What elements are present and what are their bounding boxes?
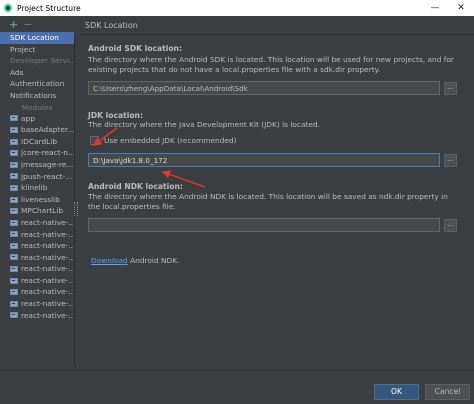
sidebar: + − SDK Location Project Developer Servi… [0, 16, 80, 370]
module-item[interactable]: MPChartLib [0, 205, 74, 217]
module-item[interactable]: jpush-react-... [0, 171, 74, 183]
module-folder-icon [10, 231, 18, 238]
panel-title: SDK Location [85, 21, 138, 30]
module-label: jcore-react-n... [21, 148, 74, 158]
add-module-button[interactable]: + [9, 18, 18, 31]
window-titlebar: Project Structure — ✕ [0, 0, 474, 16]
module-label: react-native-... [21, 310, 74, 320]
embedded-jdk-checkbox[interactable] [90, 136, 99, 145]
panel-divider [80, 34, 474, 35]
module-item[interactable]: react-native-... [0, 240, 74, 252]
module-label: klinelib [21, 183, 48, 193]
download-ndk-link[interactable]: Download [91, 256, 128, 265]
module-list: app baseAdapter... IDCardLib jcore-react-n.… [0, 113, 80, 322]
sidebar-item-notifications[interactable]: Notifications [0, 90, 74, 102]
module-label: react-native-... [21, 241, 74, 251]
module-label: MPChartLib [21, 206, 64, 216]
module-item[interactable]: react-native-... [0, 229, 74, 241]
sidebar-toolbar: + − [0, 16, 80, 32]
sidebar-modules-header: Modules [21, 102, 53, 112]
minimize-button[interactable]: — [422, 0, 448, 16]
module-folder-icon [10, 126, 18, 133]
module-item[interactable]: react-native-... [0, 310, 74, 322]
module-label: react-native-... [21, 287, 74, 297]
module-folder-icon [10, 173, 18, 180]
sidebar-item-ads[interactable]: Ads [0, 67, 74, 79]
remove-module-button[interactable]: − [23, 18, 32, 31]
download-ndk-suffix: Android NDK. [127, 256, 180, 265]
android-sdk-label: Android SDK location: [88, 44, 183, 53]
module-folder-icon [10, 150, 18, 157]
module-label: livenesslib [21, 194, 60, 204]
module-item[interactable]: react-native-... [0, 275, 74, 287]
module-folder-icon [10, 289, 18, 296]
module-label: react-native-... [21, 229, 74, 239]
module-folder-icon [10, 208, 18, 215]
module-item[interactable]: jcore-react-n... [0, 147, 74, 159]
module-folder-icon [10, 277, 18, 284]
sdk-location-panel: SDK Location Android SDK location: The d… [80, 16, 474, 370]
module-folder-icon [10, 254, 18, 261]
download-ndk-row: Download Android NDK. [91, 256, 179, 265]
android-ndk-path-input[interactable] [88, 218, 440, 232]
window-title: Project Structure [17, 3, 81, 13]
module-folder-icon [10, 219, 18, 226]
module-folder-icon [10, 266, 18, 273]
sidebar-splitter-handle[interactable] [74, 202, 78, 216]
sidebar-section-developer-services: Developer Servi... [10, 56, 74, 66]
module-item[interactable]: livenesslib [0, 194, 74, 206]
module-label: baseAdapter... [21, 125, 74, 135]
module-item[interactable]: react-native-... [0, 298, 74, 310]
module-label: IDCardLib [21, 136, 58, 146]
module-folder-icon [10, 242, 18, 249]
android-ndk-label: Android NDK location: [88, 182, 183, 191]
module-folder-icon [10, 312, 18, 319]
module-item[interactable]: jmessage-re... [0, 159, 74, 171]
module-label: react-native-... [21, 264, 74, 274]
jdk-description: The directory where the Java Development… [88, 120, 320, 129]
module-folder-icon [10, 115, 18, 122]
android-ndk-browse-button[interactable]: ... [444, 219, 457, 232]
module-label: react-native-... [21, 252, 74, 262]
module-item[interactable]: klinelib [0, 182, 74, 194]
ok-button[interactable]: OK [374, 384, 419, 400]
close-button[interactable]: ✕ [448, 0, 474, 16]
dialog-footer: OK Cancel [0, 370, 474, 404]
module-item[interactable]: app [0, 113, 74, 125]
jdk-label: JDK location: [88, 111, 143, 120]
module-label: jmessage-re... [21, 159, 74, 169]
module-label: react-native-... [21, 299, 74, 309]
sidebar-item-authentication[interactable]: Authentication [0, 78, 74, 90]
android-sdk-path-input[interactable] [88, 81, 440, 95]
module-label: react-native-... [21, 217, 74, 227]
module-item[interactable]: react-native-... [0, 286, 74, 298]
module-item[interactable]: baseAdapter... [0, 124, 74, 136]
android-ndk-description: The directory where the Android NDK is l… [88, 192, 448, 211]
jdk-browse-button[interactable]: ... [444, 154, 457, 167]
embedded-jdk-row[interactable]: Use embedded JDK (recommended) [90, 136, 237, 145]
android-sdk-description: The directory where the Android SDK is l… [88, 55, 454, 74]
module-item[interactable]: IDCardLib [0, 136, 74, 148]
jdk-path-input[interactable] [88, 153, 440, 167]
sidebar-scrollbar[interactable] [74, 36, 79, 366]
module-label: app [21, 113, 35, 123]
module-label: jpush-react-... [21, 171, 73, 181]
android-sdk-browse-button[interactable]: ... [444, 82, 457, 95]
module-folder-icon [10, 138, 18, 145]
module-label: react-native-... [21, 275, 74, 285]
cancel-button[interactable]: Cancel [425, 384, 470, 400]
android-studio-icon [4, 4, 12, 12]
module-folder-icon [10, 196, 18, 203]
sidebar-item-project[interactable]: Project [0, 44, 74, 56]
module-folder-icon [10, 300, 18, 307]
module-item[interactable]: react-native-... [0, 252, 74, 264]
embedded-jdk-label[interactable]: Use embedded JDK (recommended) [104, 136, 237, 145]
module-item[interactable]: react-native-... [0, 263, 74, 275]
module-folder-icon [10, 184, 18, 191]
module-item[interactable]: react-native-... [0, 217, 74, 229]
module-folder-icon [10, 161, 18, 168]
sidebar-item-sdk-location[interactable]: SDK Location [0, 32, 74, 44]
